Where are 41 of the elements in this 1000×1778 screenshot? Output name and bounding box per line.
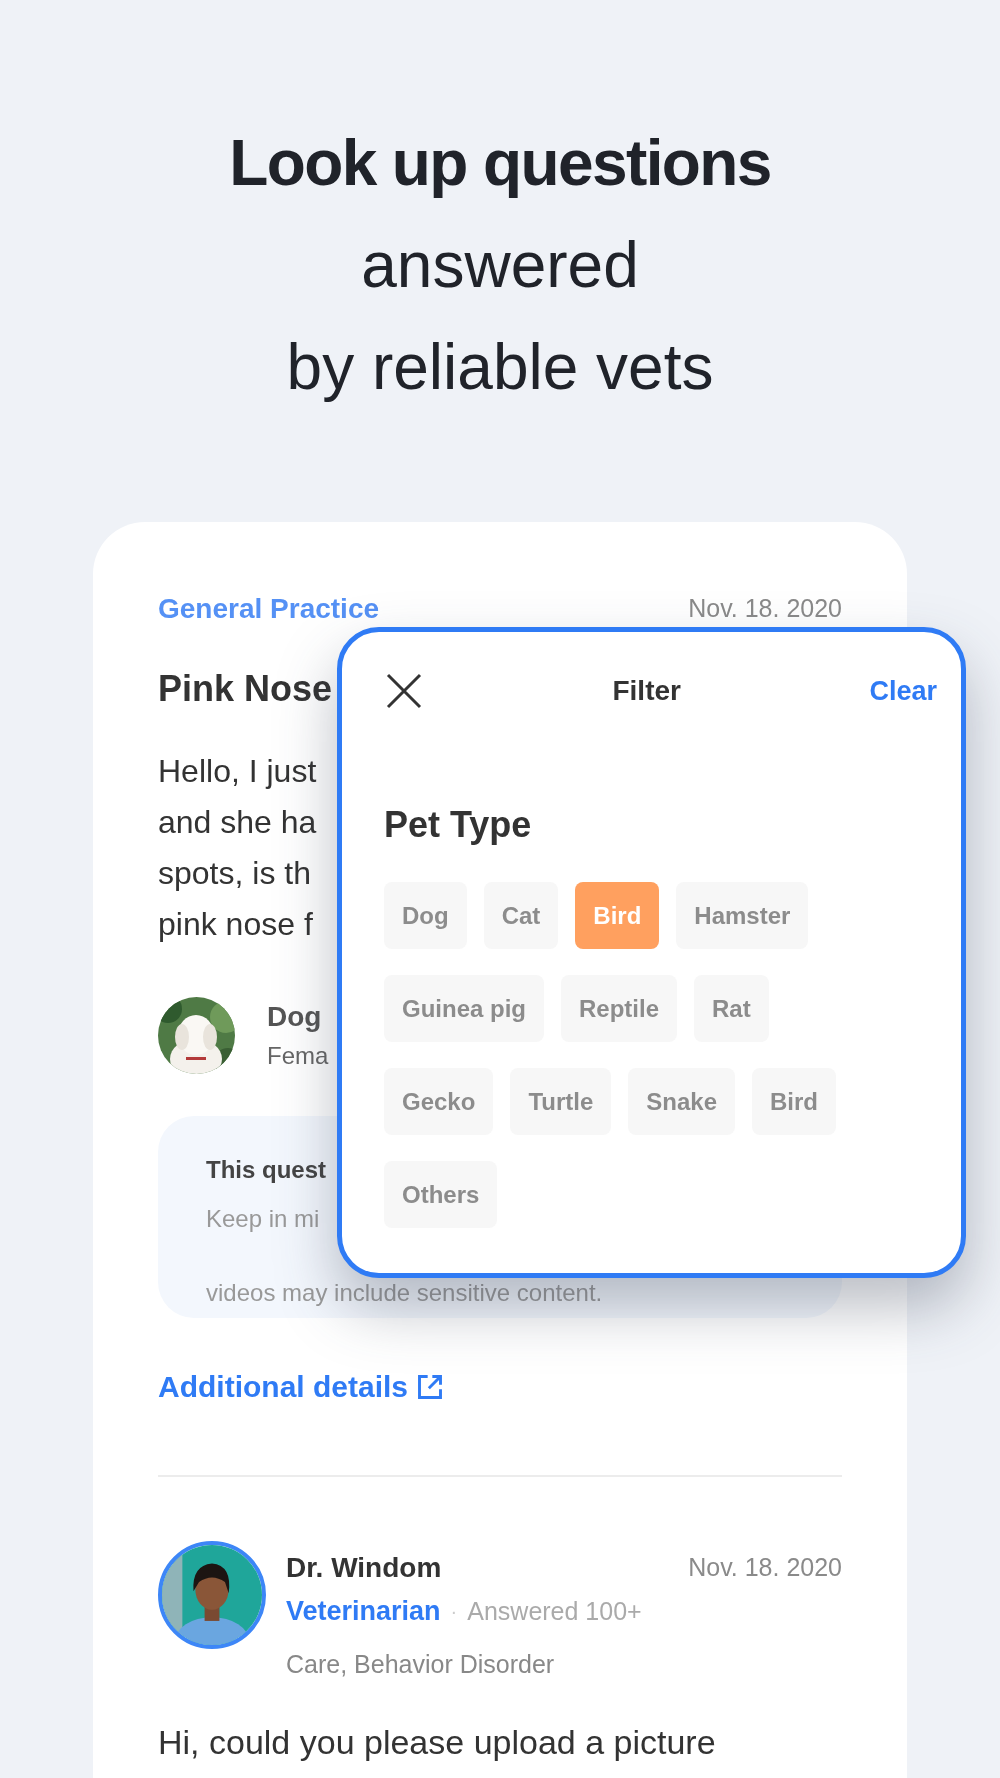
pet-name: Dog [267, 1000, 323, 1034]
pet-type-chip[interactable]: Rat [694, 975, 769, 1042]
question-text: spots, is th [158, 854, 311, 893]
pet-type-chip[interactable]: Gecko [384, 1068, 494, 1135]
notice-text: videos may include sensitive content. [206, 1278, 604, 1308]
question-text: and she ha [158, 803, 317, 842]
headline-line: answered [361, 228, 639, 303]
question-date: Nov. 18. 2020 [688, 593, 842, 625]
question-text: Hello, I just [158, 752, 317, 791]
close-icon [386, 673, 422, 709]
close-button[interactable] [384, 671, 424, 711]
doctor-name: Dr. Windom [286, 1551, 442, 1585]
notice-text: Keep in mi [206, 1204, 321, 1234]
question-text: pink nose f [158, 905, 313, 944]
pet-type-chip[interactable]: Snake [628, 1068, 735, 1135]
filter-title: Filter [612, 674, 681, 708]
headline-line: by reliable vets [286, 330, 714, 405]
separator-dot: · [450, 1599, 458, 1625]
answer-text: Hi, could you please upload a picture [158, 1722, 717, 1763]
pet-type-chip[interactable]: Cat [483, 882, 559, 949]
category-label: General Practice [158, 592, 380, 626]
external-link-icon [416, 1372, 445, 1401]
pet-type-chip[interactable]: Bird [752, 1068, 836, 1135]
pet-type-chip[interactable]: Turtle [510, 1068, 612, 1135]
pet-detail: Fema [267, 1041, 329, 1071]
headline-title: Look up questions [229, 126, 771, 201]
pet-type-chip[interactable]: Guinea pig [384, 975, 544, 1042]
doctor-specialties: Care, Behavior Disorder [286, 1648, 556, 1680]
pet-type-chip[interactable]: Hamster [676, 882, 809, 949]
section-title: Pet Type [384, 803, 533, 847]
doctor-role: Veterinarian [286, 1595, 441, 1628]
additional-details-link[interactable]: Additional details [158, 1364, 445, 1409]
pet-type-chip[interactable]: Reptile [561, 975, 678, 1042]
question-title: Pink Nose [158, 667, 333, 711]
answer-date: Nov. 18. 2020 [688, 1552, 842, 1584]
answered-count: Answered 100+ [467, 1595, 642, 1627]
pet-type-chip[interactable]: Dog [384, 882, 467, 949]
clear-button[interactable]: Clear [869, 670, 937, 712]
pet-type-chip[interactable]: Bird [575, 882, 660, 949]
pet-type-chip[interactable]: Others [384, 1161, 498, 1228]
notice-title: This quest [206, 1155, 327, 1185]
